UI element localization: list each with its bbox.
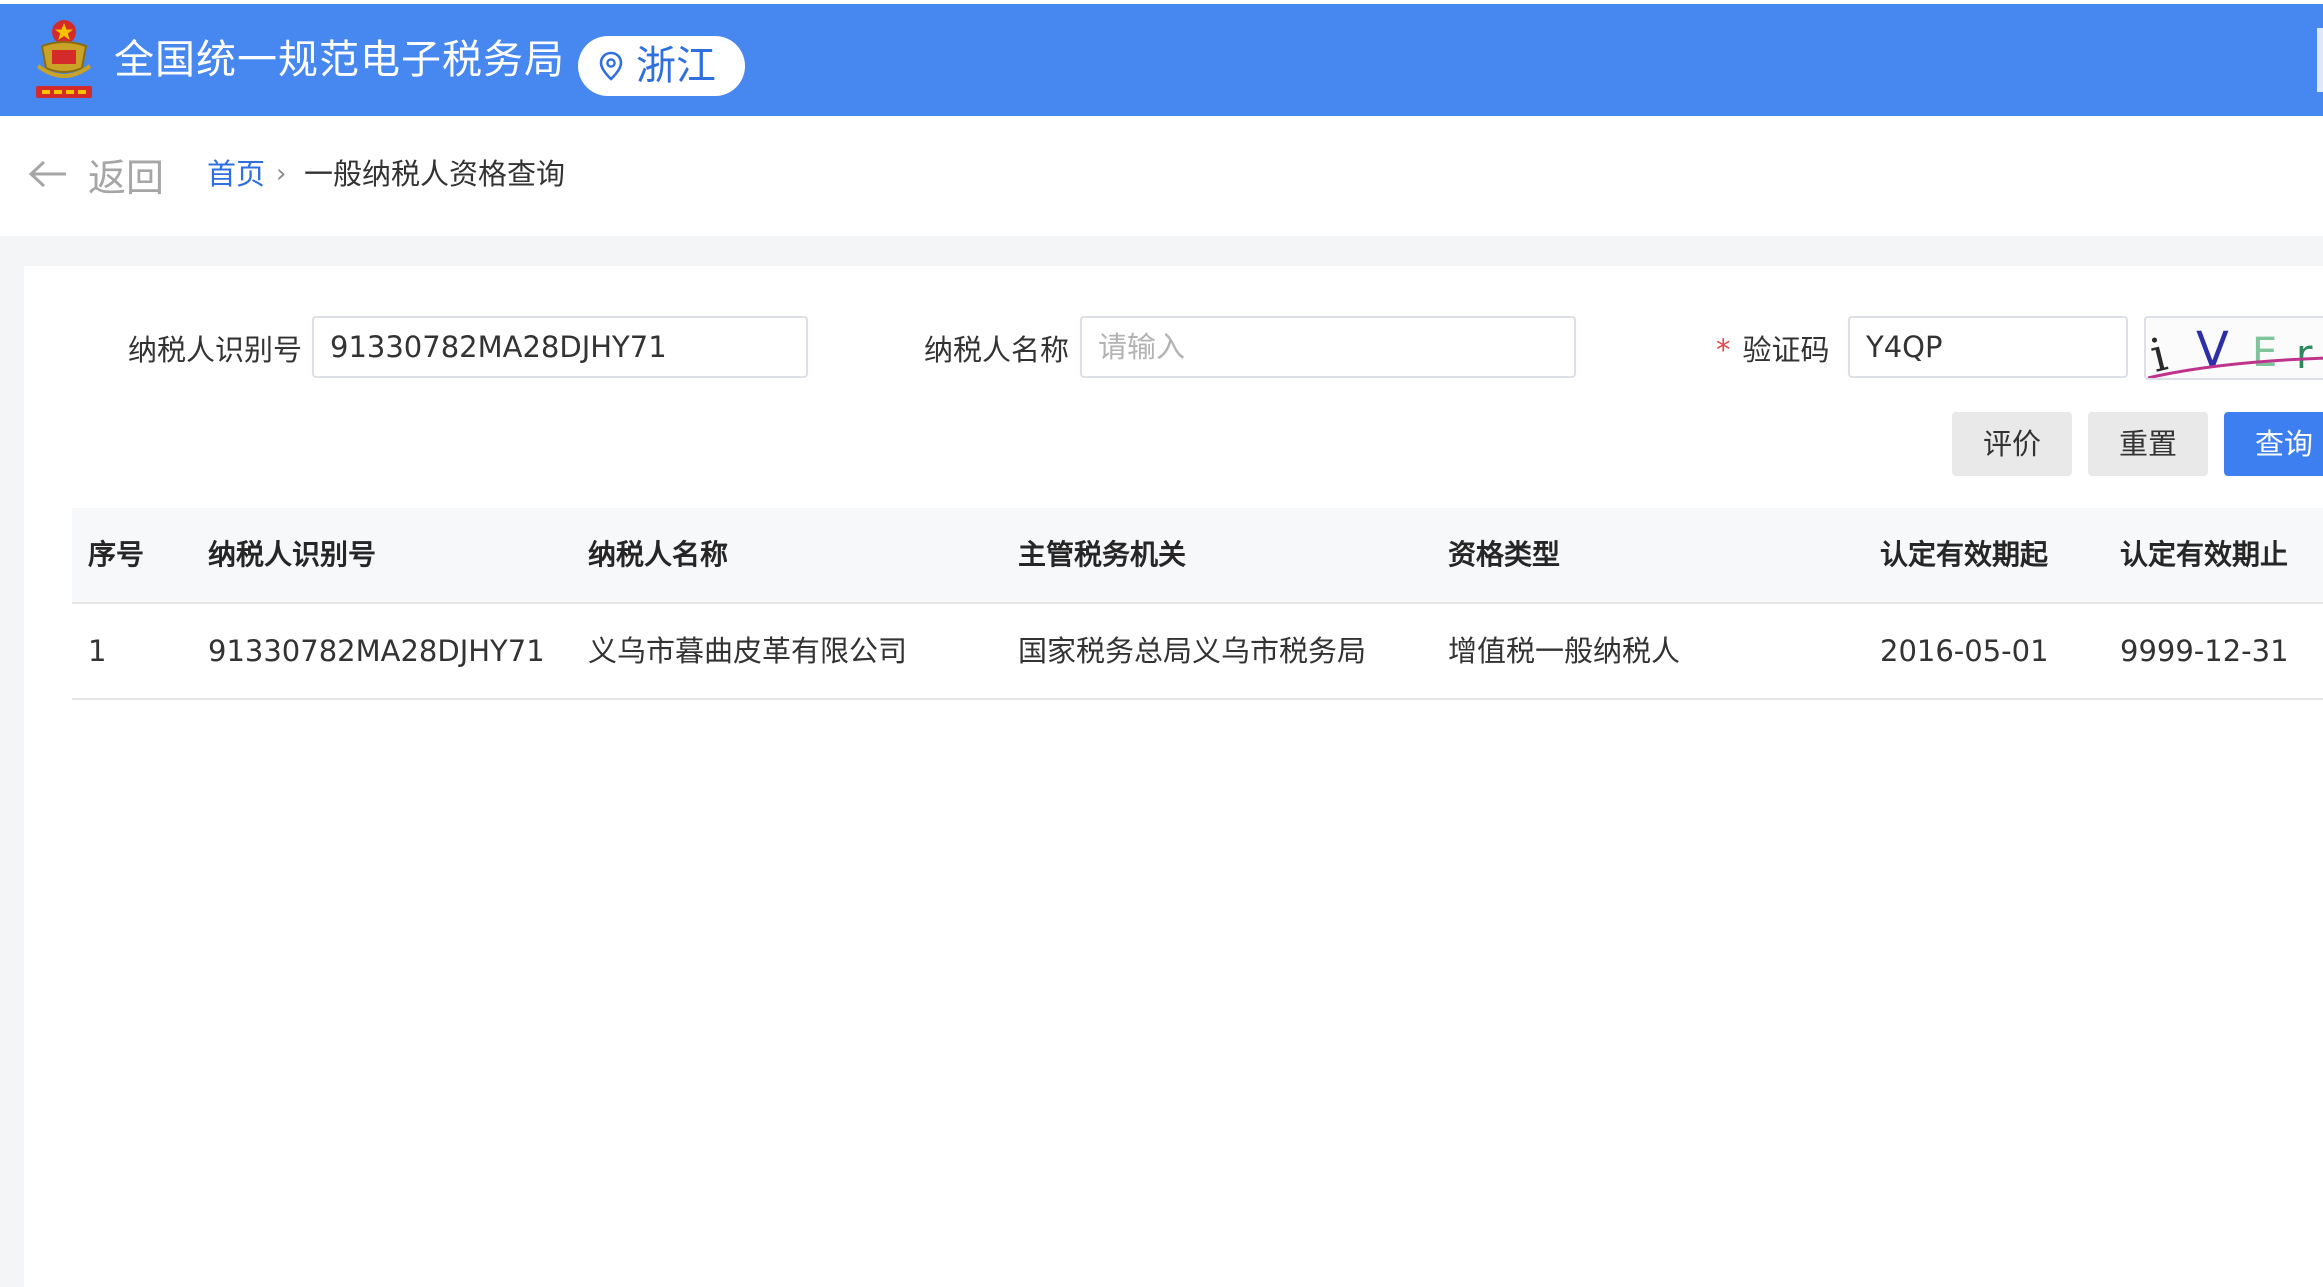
cell-valid-to: 9999-12-31	[2120, 634, 2289, 668]
required-mark: *	[1716, 333, 1731, 367]
left-gutter	[0, 236, 24, 1287]
cell-index: 1	[88, 634, 107, 668]
breadcrumb-home-link[interactable]: 首页	[207, 156, 265, 192]
captcha-char-3: E	[2252, 330, 2277, 376]
breadcrumb-bar: 返回 首页 › 一般纳税人资格查询	[0, 116, 2323, 236]
table-row: 1 91330782MA28DJHY71 义乌市暮曲皮革有限公司 国家税务总局义…	[72, 604, 2323, 700]
top-header: 全国统一规范电子税务局 浙江	[0, 4, 2323, 116]
col-header-index: 序号	[88, 538, 145, 571]
site-title: 全国统一规范电子税务局	[114, 37, 565, 83]
evaluate-button[interactable]: 评价	[1952, 412, 2072, 476]
cell-taxpayer-id: 91330782MA28DJHY71	[208, 634, 545, 668]
reset-button[interactable]: 重置	[2088, 412, 2208, 476]
cell-tax-authority: 国家税务总局义乌市税务局	[1018, 634, 1367, 668]
table-header: 序号 纳税人识别号 纳税人名称 主管税务机关 资格类型 认定有效期起 认定有效期…	[72, 508, 2323, 604]
cell-qualification-type: 增值税一般纳税人	[1448, 634, 1681, 668]
arrow-left-icon	[28, 160, 66, 188]
header-edge	[2317, 28, 2323, 92]
taxpayer-id-input[interactable]	[312, 316, 808, 378]
section-gap	[0, 236, 2323, 266]
col-header-valid-to: 认定有效期止	[2120, 538, 2289, 571]
back-button[interactable]: 返回	[28, 144, 164, 204]
col-header-valid-from: 认定有效期起	[1880, 538, 2049, 571]
tax-emblem-icon	[36, 20, 92, 98]
region-selector[interactable]: 浙江	[578, 36, 745, 96]
cell-valid-from: 2016-05-01	[1880, 634, 2049, 668]
col-header-taxpayer-name: 纳税人名称	[588, 538, 729, 571]
captcha-label-group: * 验证码	[1716, 330, 1830, 370]
query-button[interactable]: 查询	[2224, 412, 2323, 476]
cell-taxpayer-name: 义乌市暮曲皮革有限公司	[588, 634, 908, 668]
col-header-qualification-type: 资格类型	[1448, 538, 1561, 571]
back-label: 返回	[88, 155, 165, 200]
taxpayer-id-label: 纳税人识别号	[128, 333, 303, 367]
captcha-char-4: r	[2296, 332, 2313, 378]
captcha-image[interactable]: i V E r	[2144, 316, 2323, 380]
col-header-tax-authority: 主管税务机关	[1018, 538, 1187, 571]
captcha-label: 验证码	[1742, 333, 1830, 367]
captcha-input[interactable]	[1848, 316, 2128, 378]
captcha-graphic: i V E r	[2146, 322, 2323, 380]
page: 全国统一规范电子税务局 浙江 返回 首页 › 一般纳税人资格查询 纳税人识别号 …	[0, 0, 2323, 1287]
taxpayer-name-label: 纳税人名称	[924, 333, 1070, 367]
location-pin-icon	[599, 51, 623, 81]
region-name: 浙江	[636, 43, 716, 89]
breadcrumb-separator: ›	[276, 159, 287, 189]
breadcrumb-current: 一般纳税人资格查询	[304, 157, 566, 191]
col-header-taxpayer-id: 纳税人识别号	[208, 538, 377, 571]
captcha-char-1: i	[2146, 327, 2172, 380]
taxpayer-name-input[interactable]	[1080, 316, 1576, 378]
